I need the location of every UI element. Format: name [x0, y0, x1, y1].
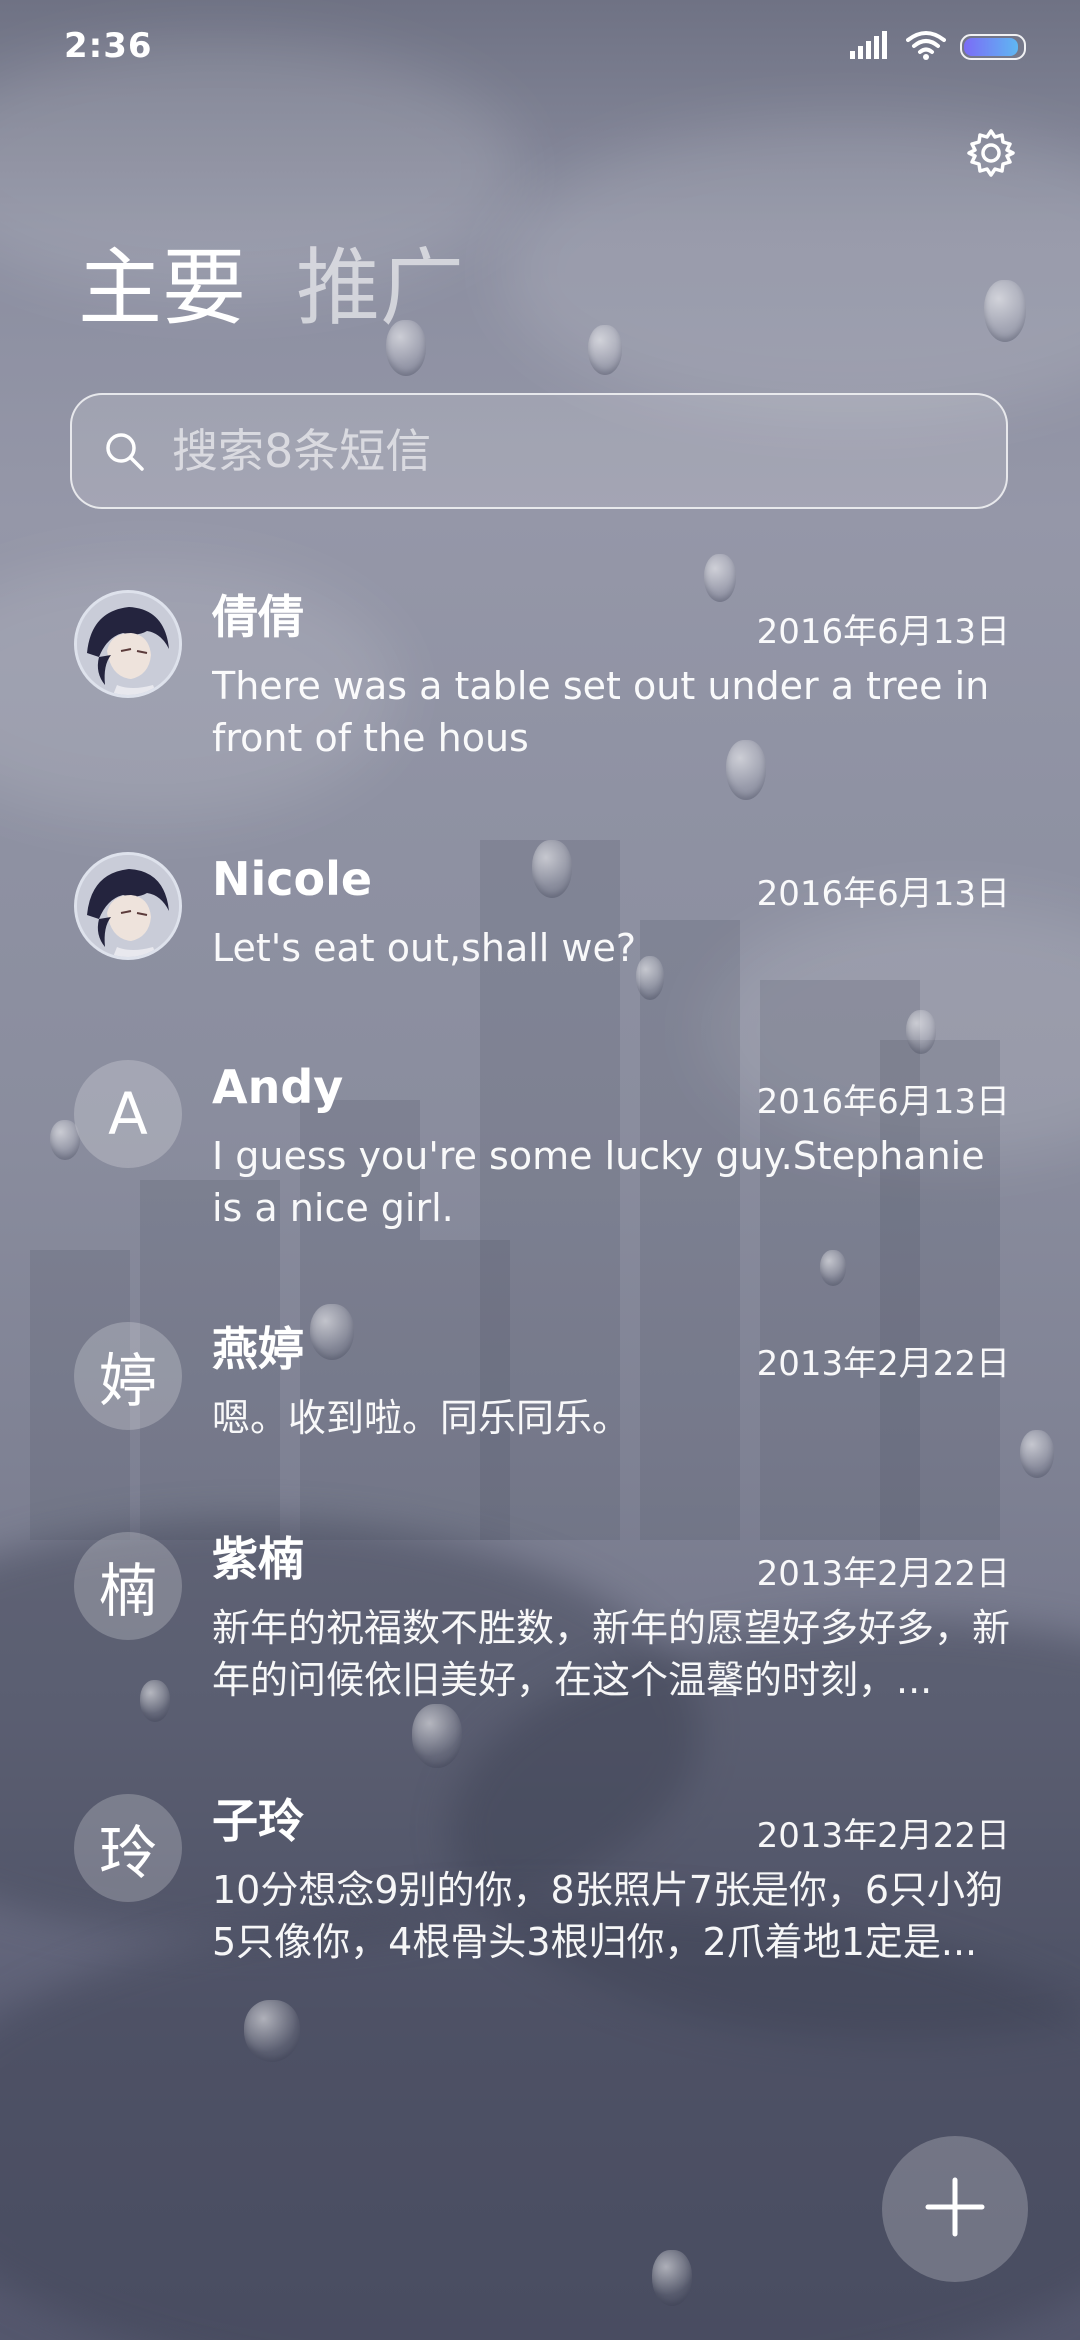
message-date: 2016年6月13日 — [756, 612, 1010, 652]
status-time: 2:36 — [64, 26, 153, 66]
message-preview: There was a table set out under a tree i… — [212, 664, 990, 760]
plus-icon — [924, 2176, 986, 2242]
conversation-item[interactable]: 楠 紫楠 2013年2月22日 新年的祝福数不胜数，新年的愿望好多好多，新年的问… — [0, 1512, 1080, 1752]
message-preview: Let's eat out,shall we? — [212, 926, 637, 970]
search-icon — [102, 429, 146, 473]
avatar: 楠 — [74, 1532, 182, 1640]
conversation-item[interactable]: 婷 燕婷 2013年2月22日 嗯。收到啦。同乐同乐。 — [0, 1302, 1080, 1542]
message-date: 2016年6月13日 — [756, 1082, 1010, 1122]
message-preview: 10分想念9别的你，8张照片7张是你，6只小狗5只像你，4根骨头3根归你，2爪着… — [212, 1868, 1004, 1964]
settings-button[interactable] — [962, 126, 1020, 184]
message-date: 2013年2月22日 — [756, 1816, 1010, 1856]
message-date: 2013年2月22日 — [756, 1554, 1010, 1594]
conversation-item[interactable]: 倩倩 2016年6月13日 There was a table set out … — [0, 570, 1080, 810]
signal-icon — [850, 31, 892, 63]
avatar-photo — [77, 593, 179, 695]
contact-name: Nicole — [212, 852, 373, 906]
avatar: 玲 — [74, 1794, 182, 1902]
avatar: A — [74, 1060, 182, 1168]
conversation-item[interactable]: 玲 子玲 2013年2月22日 10分想念9别的你，8张照片7张是你，6只小狗5… — [0, 1774, 1080, 2014]
avatar — [74, 852, 182, 960]
avatar-photo — [77, 855, 179, 957]
tab-bar: 主要 推广 — [78, 246, 464, 330]
contact-name: 倩倩 — [212, 590, 304, 644]
avatar — [74, 590, 182, 698]
status-icons — [850, 30, 1026, 64]
message-date: 2013年2月22日 — [756, 1344, 1010, 1384]
status-bar: 2:36 — [0, 0, 1080, 96]
battery-icon — [960, 34, 1026, 60]
conversation-item[interactable]: Nicole 2016年6月13日 Let's eat out,shall we… — [0, 832, 1080, 1072]
message-preview: I guess you're some lucky guy.Stephanie … — [212, 1134, 985, 1230]
tab-promotions[interactable]: 推广 — [296, 246, 464, 330]
new-message-button[interactable] — [882, 2136, 1028, 2282]
message-date: 2016年6月13日 — [756, 874, 1010, 914]
contact-name: 燕婷 — [212, 1322, 304, 1376]
search-bar[interactable] — [70, 393, 1008, 509]
contact-name: 子玲 — [212, 1794, 304, 1848]
message-preview: 嗯。收到啦。同乐同乐。 — [212, 1396, 631, 1440]
tab-primary[interactable]: 主要 — [78, 246, 246, 330]
search-input[interactable] — [170, 423, 994, 479]
avatar: 婷 — [74, 1322, 182, 1430]
conversation-item[interactable]: A Andy 2016年6月13日 I guess you're some lu… — [0, 1040, 1080, 1280]
gear-icon — [965, 127, 1017, 183]
contact-name: 紫楠 — [212, 1532, 304, 1586]
contact-name: Andy — [212, 1060, 344, 1114]
wifi-icon — [906, 30, 946, 64]
message-preview: 新年的祝福数不胜数，新年的愿望好多好多，新年的问候依旧美好，在这个温馨的时刻，.… — [212, 1606, 1011, 1702]
